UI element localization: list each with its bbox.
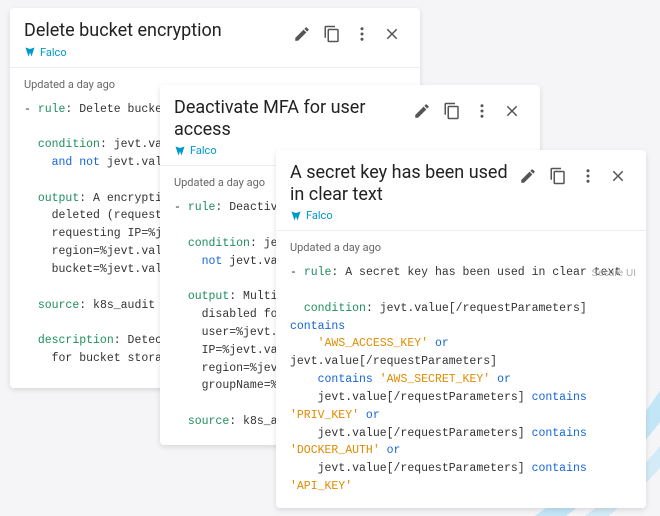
more-vertical-icon [473, 102, 491, 120]
close-icon [383, 25, 401, 43]
copy-button[interactable] [438, 97, 466, 125]
secure-ui-badge: Secure UI [592, 266, 636, 282]
falco-icon [290, 210, 302, 222]
pencil-icon [519, 167, 537, 185]
copy-button[interactable] [544, 162, 572, 190]
source-label: Falco [290, 209, 514, 222]
updated-label: Updated a day ago [276, 231, 646, 260]
card-actions [288, 20, 406, 48]
rule-code: - rule: A secret key has been used in cl… [276, 260, 646, 508]
edit-button[interactable] [514, 162, 542, 190]
card-title: A secret key has been used in clear text [290, 162, 514, 205]
more-vertical-icon [579, 167, 597, 185]
card-actions [514, 162, 632, 190]
close-icon [503, 102, 521, 120]
copy-icon [443, 102, 461, 120]
pencil-icon [413, 102, 431, 120]
edit-button[interactable] [408, 97, 436, 125]
card-header: Delete bucket encryption Falco [10, 8, 420, 68]
card-title: Delete bucket encryption [24, 20, 222, 42]
rule-card-secret-key-clear-text: A secret key has been used in clear text… [276, 150, 646, 508]
close-button[interactable] [498, 97, 526, 125]
falco-icon [174, 145, 186, 157]
source-label: Falco [24, 46, 222, 59]
pencil-icon [293, 25, 311, 43]
more-button[interactable] [468, 97, 496, 125]
card-title: Deactivate MFA for user access [174, 97, 408, 140]
more-button[interactable] [574, 162, 602, 190]
card-header: A secret key has been used in clear text… [276, 150, 646, 231]
close-button[interactable] [604, 162, 632, 190]
copy-button[interactable] [318, 20, 346, 48]
card-actions [408, 97, 526, 125]
copy-icon [549, 167, 567, 185]
close-icon [609, 167, 627, 185]
close-button[interactable] [378, 20, 406, 48]
copy-icon [323, 25, 341, 43]
more-button[interactable] [348, 20, 376, 48]
more-vertical-icon [353, 25, 371, 43]
edit-button[interactable] [288, 20, 316, 48]
falco-icon [24, 46, 36, 58]
